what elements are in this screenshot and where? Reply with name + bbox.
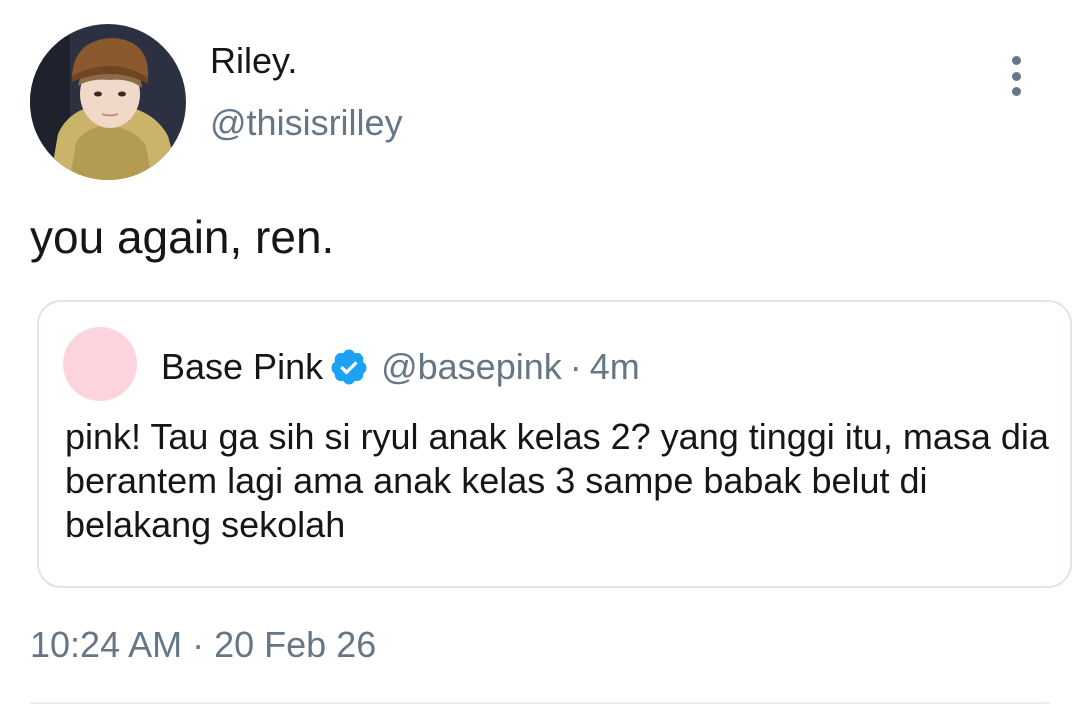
more-vertical-icon-dot [1011,87,1021,96]
quoted-tweet-card[interactable]: Base Pink @basepink · 4m pink! Tau ga si… [37,300,1072,588]
timestamp-time: 10:24 AM [30,624,183,665]
divider [30,702,1050,704]
quoted-tweet-time[interactable]: 4m [590,346,640,388]
header-separator: · [569,346,582,387]
timestamp-separator: · [192,624,205,665]
quoted-author-avatar[interactable] [63,327,137,401]
quoted-tweet-text: pink! Tau ga sih si ryul anak kelas 2? y… [65,416,1049,545]
author-display-name[interactable]: Riley. [210,40,297,82]
timestamp-date: 20 Feb 26 [214,624,377,665]
more-vertical-icon [1011,56,1021,65]
quoted-author-name[interactable]: Base Pink [161,346,323,388]
tweet-text: you again, ren. [30,211,335,263]
quoted-tweet-header: Base Pink @basepink · 4m [161,346,640,388]
quoted-author-handle[interactable]: @basepink [381,346,562,388]
more-options-button[interactable] [996,52,1036,100]
author-avatar[interactable] [30,24,186,180]
more-vertical-icon-dot [1011,71,1021,81]
verified-badge-icon [329,347,369,387]
tweet-timestamp[interactable]: 10:24 AM · 20 Feb 26 [30,624,376,666]
author-handle[interactable]: @thisisrilley [210,102,403,144]
